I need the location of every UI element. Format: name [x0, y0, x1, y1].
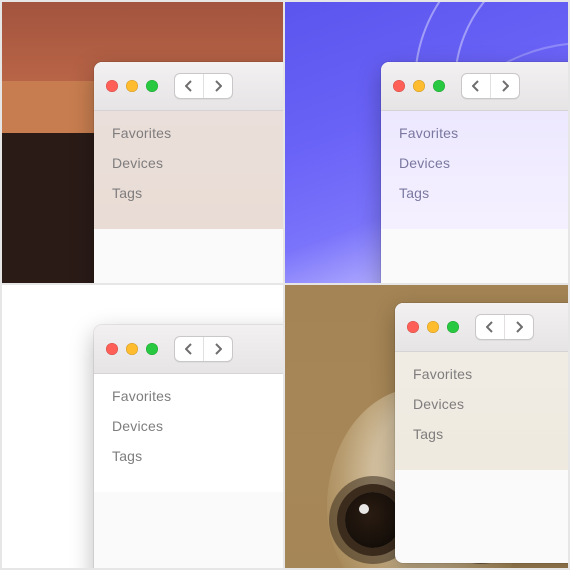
- sidebar: Favorites Devices Tags: [94, 374, 285, 492]
- back-button[interactable]: [462, 74, 491, 98]
- chevron-right-icon: [214, 343, 222, 355]
- sidebar: Favorites Devices Tags: [395, 352, 568, 470]
- sidebar-heading-devices[interactable]: Devices: [112, 418, 285, 434]
- titlebar: [395, 303, 568, 352]
- sidebar: Favorites Devices Tags: [381, 111, 568, 229]
- cell-white: Favorites Devices Tags: [2, 285, 285, 568]
- close-button[interactable]: [407, 321, 419, 333]
- back-button[interactable]: [175, 74, 204, 98]
- finder-window: Favorites Devices Tags: [381, 62, 568, 285]
- close-button[interactable]: [106, 80, 118, 92]
- zoom-button[interactable]: [146, 80, 158, 92]
- chevron-left-icon: [185, 80, 193, 92]
- zoom-button[interactable]: [447, 321, 459, 333]
- sidebar-heading-favorites[interactable]: Favorites: [399, 125, 568, 141]
- chevron-right-icon: [214, 80, 222, 92]
- minimize-button[interactable]: [413, 80, 425, 92]
- sidebar-heading-favorites[interactable]: Favorites: [112, 125, 285, 141]
- cell-meerkat: Favorites Devices Tags: [285, 285, 568, 568]
- sidebar-heading-tags[interactable]: Tags: [112, 448, 285, 464]
- traffic-lights: [407, 321, 459, 333]
- forward-button[interactable]: [491, 74, 519, 98]
- nav-buttons: [174, 336, 233, 362]
- nav-buttons: [461, 73, 520, 99]
- close-button[interactable]: [106, 343, 118, 355]
- titlebar: [94, 325, 285, 374]
- chevron-left-icon: [472, 80, 480, 92]
- finder-window: Favorites Devices Tags: [94, 325, 285, 568]
- minimize-button[interactable]: [126, 80, 138, 92]
- sidebar-heading-tags[interactable]: Tags: [399, 185, 568, 201]
- titlebar: [381, 62, 568, 111]
- chevron-left-icon: [486, 321, 494, 333]
- traffic-lights: [106, 80, 158, 92]
- titlebar: [94, 62, 285, 111]
- back-button[interactable]: [476, 315, 505, 339]
- sidebar-heading-devices[interactable]: Devices: [413, 396, 568, 412]
- traffic-lights: [393, 80, 445, 92]
- chevron-left-icon: [185, 343, 193, 355]
- chevron-right-icon: [501, 80, 509, 92]
- grid: Favorites Devices Tags: [2, 2, 568, 568]
- sidebar-heading-favorites[interactable]: Favorites: [112, 388, 285, 404]
- minimize-button[interactable]: [126, 343, 138, 355]
- nav-buttons: [174, 73, 233, 99]
- close-button[interactable]: [393, 80, 405, 92]
- traffic-lights: [106, 343, 158, 355]
- chevron-right-icon: [515, 321, 523, 333]
- sidebar-heading-devices[interactable]: Devices: [399, 155, 568, 171]
- sidebar: Favorites Devices Tags: [94, 111, 285, 229]
- forward-button[interactable]: [505, 315, 533, 339]
- collage: Favorites Devices Tags: [0, 0, 570, 570]
- sidebar-heading-tags[interactable]: Tags: [112, 185, 285, 201]
- zoom-button[interactable]: [146, 343, 158, 355]
- minimize-button[interactable]: [427, 321, 439, 333]
- forward-button[interactable]: [204, 337, 232, 361]
- sidebar-heading-devices[interactable]: Devices: [112, 155, 285, 171]
- nav-buttons: [475, 314, 534, 340]
- finder-window: Favorites Devices Tags: [395, 303, 568, 563]
- zoom-button[interactable]: [433, 80, 445, 92]
- back-button[interactable]: [175, 337, 204, 361]
- sidebar-heading-favorites[interactable]: Favorites: [413, 366, 568, 382]
- sidebar-heading-tags[interactable]: Tags: [413, 426, 568, 442]
- forward-button[interactable]: [204, 74, 232, 98]
- cell-indigo: Favorites Devices Tags: [285, 2, 568, 285]
- finder-window: Favorites Devices Tags: [94, 62, 285, 285]
- cell-sunset: Favorites Devices Tags: [2, 2, 285, 285]
